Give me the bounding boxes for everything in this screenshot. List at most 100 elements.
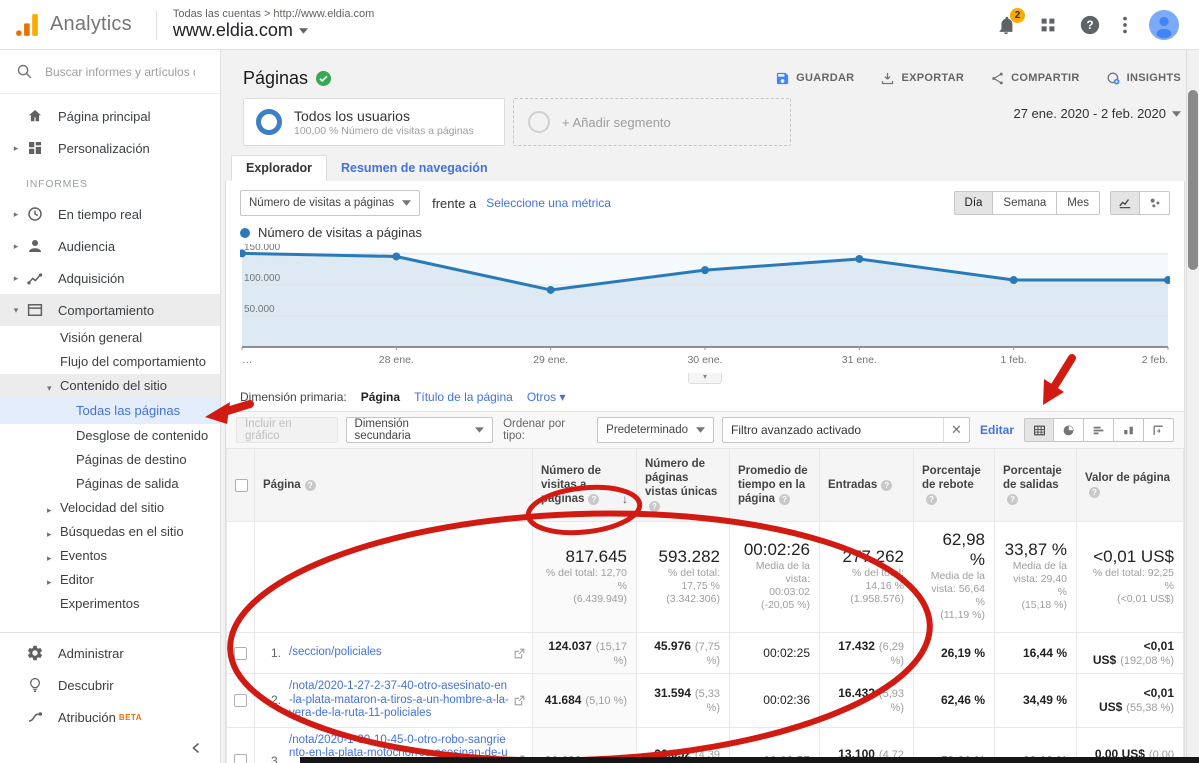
column-header-entradas[interactable]: Entradas? [820,449,914,522]
search-input[interactable] [45,65,195,79]
sidebar-item-atribucion[interactable]: AtribuciónBETA [0,701,220,733]
sidebar-item-todas-las-paginas[interactable]: Todas las páginas [0,398,220,424]
sidebar-item-descubrir[interactable]: Descubrir [0,669,220,701]
sidebar-item-velocidad-del-sitio[interactable]: ▸Velocidad del sitio [0,496,220,520]
segment-all-users[interactable]: Todos los usuarios 100,00 % Número de vi… [243,98,505,146]
help-icon[interactable]: ? [1007,494,1018,505]
date-range-selector[interactable]: 27 ene. 2020 - 2 feb. 2020 [1013,98,1181,121]
dimension-pagina[interactable]: Página [361,390,400,404]
property-switcher[interactable]: www.eldia.com [173,20,374,41]
metric-dropdown[interactable]: Número de visitas a páginas [240,190,420,216]
granularity-dia[interactable]: Día [954,191,994,215]
sidebar-item-administrar[interactable]: Administrar [0,637,220,669]
notifications-bell-icon[interactable]: 2 [995,14,1017,36]
cell-visitas-value: 124.037 [548,639,591,653]
summary-rebote-value: 62,98 % [923,530,985,570]
table-view-button[interactable] [1024,418,1054,442]
help-icon[interactable]: ? [926,494,937,505]
sidebar-item-adquisicion[interactable]: ▸Adquisición [0,262,220,294]
dimension-titulo-pagina[interactable]: Título de la página [414,390,513,404]
sidebar-item-busquedas-en-el-sitio[interactable]: ▸Búsquedas en el sitio [0,520,220,544]
action-exportar[interactable]: EXPORTAR [880,71,964,86]
row-checkbox[interactable] [234,754,247,763]
row-checkbox-cell [227,727,255,763]
summary-valor-sub: (<0,01 US$) [1086,593,1174,606]
comparison-view-button[interactable] [1114,418,1144,442]
scrollbar-thumb[interactable] [1188,90,1198,270]
performance-view-button[interactable] [1084,418,1114,442]
sort-type-dropdown[interactable]: Predeterminado [597,417,714,443]
help-icon[interactable]: ? [881,480,892,491]
pivot-view-button[interactable] [1144,418,1174,442]
sidebar-item-en-tiempo-real[interactable]: ▸En tiempo real [0,198,220,230]
sidebar-item-comportamiento[interactable]: ▾Comportamiento [0,294,220,326]
help-icon[interactable]: ? [779,494,790,505]
granularity-mes[interactable]: Mes [1057,191,1100,215]
select-all-checkbox[interactable] [235,479,248,492]
select-metric-link[interactable]: Seleccione una métrica [486,196,611,210]
dimension-otros[interactable]: Otros ▾ [527,390,566,404]
add-segment-button[interactable]: + Añadir segmento [513,98,791,146]
edit-filter-link[interactable]: Editar [980,423,1014,437]
help-icon[interactable]: ? [305,480,316,491]
sidebar-item-desglose-de-contenido[interactable]: Desglose de contenido [0,424,220,448]
analytics-logo[interactable]: Analytics [0,12,150,38]
help-icon[interactable]: ? [649,501,660,512]
collapse-sidebar-icon[interactable] [190,742,202,754]
external-link-icon[interactable] [513,694,526,707]
tab-resumen-navegacion[interactable]: Resumen de navegación [327,156,502,181]
vertical-scrollbar[interactable] [1186,50,1199,763]
column-header-promedio-de-tiempo-en-la-pagina[interactable]: Promedio de tiempo en la página? [730,449,820,522]
sidebar-item-experimentos[interactable]: Experimentos [0,592,220,616]
sidebar-item-editor[interactable]: ▸Editor [0,568,220,592]
secondary-dimension-dropdown[interactable]: Dimensión secundaria [346,417,494,443]
action-guardar[interactable]: GUARDAR [775,71,854,86]
sidebar-item-paginas-de-destino[interactable]: Páginas de destino [0,448,220,472]
include-in-graph-button[interactable]: Incluir en gráfico [236,417,338,443]
cell-tiempo: 00:02:25 [730,633,820,674]
chart-expand-handle[interactable]: ▾ [688,373,722,384]
action-compartir[interactable]: COMPARTIR [990,71,1080,86]
column-header-pagina[interactable]: Página? [255,449,533,522]
sidebar-item-vision-general[interactable]: Visión general [0,326,220,350]
search-icon [16,63,33,80]
page-link[interactable]: /seccion/policiales [289,646,509,660]
sidebar-item-pagina-principal[interactable]: Página principal [0,100,220,132]
column-header-numero-de-paginas-vistas-unicas[interactable]: Número de páginas vistas únicas? [637,449,730,522]
sidebar-item-personalizacion[interactable]: ▸Personalización [0,132,220,164]
motion-chart-button[interactable] [1140,191,1170,215]
breadcrumb[interactable]: Todas las cuentas > http://www.eldia.com [173,8,374,20]
percentage-view-button[interactable] [1054,418,1084,442]
page-link[interactable]: /nota/2020-1-27-2-37-40-otro-asesinato-e… [289,680,509,721]
summary-valor: <0,01 US$% del total: 92,25 %(<0,01 US$) [1077,522,1184,633]
sidebar-item-flujo-del-comportamiento[interactable]: Flujo del comportamiento [0,350,220,374]
sidebar-search[interactable] [0,50,220,94]
sidebar-item-eventos[interactable]: ▸Eventos [0,544,220,568]
cell-tiempo-value: 00:02:36 [763,693,810,707]
segment-ring-icon [256,109,282,135]
avatar[interactable] [1149,10,1179,40]
apps-grid-icon[interactable] [1037,14,1059,36]
audience-icon [26,237,44,255]
action-insights[interactable]: INSIGHTS [1106,71,1181,86]
line-chart-button[interactable] [1110,191,1140,215]
column-header-porcentaje-de-rebote[interactable]: Porcentaje de rebote? [914,449,995,522]
sidebar-item-paginas-de-salida[interactable]: Páginas de salida [0,472,220,496]
row-checkbox[interactable] [234,694,247,707]
tab-explorador[interactable]: Explorador [231,155,327,181]
column-header-valor-de-pagina[interactable]: Valor de página? [1077,449,1184,522]
remove-filter-icon[interactable]: ✕ [943,418,969,442]
external-link-icon[interactable] [513,647,526,660]
sidebar-item-contenido-del-sitio[interactable]: ▾Contenido del sitio [0,374,220,398]
help-icon[interactable]: ? [1079,14,1101,36]
column-header-label: Promedio de tiempo en la página [738,465,808,505]
row-checkbox[interactable] [234,647,247,660]
column-header-numero-de-visitas-a-paginas[interactable]: Número de visitas a páginas?↓ [533,449,637,522]
sidebar-item-audiencia[interactable]: ▸Audiencia [0,230,220,262]
granularity-semana[interactable]: Semana [993,191,1057,215]
more-vertical-icon[interactable] [1121,14,1129,36]
help-icon[interactable]: ? [588,494,599,505]
column-header-porcentaje-de-salidas[interactable]: Porcentaje de salidas? [995,449,1077,522]
column-header-label: Página [263,479,301,491]
help-icon[interactable]: ? [1089,487,1100,498]
